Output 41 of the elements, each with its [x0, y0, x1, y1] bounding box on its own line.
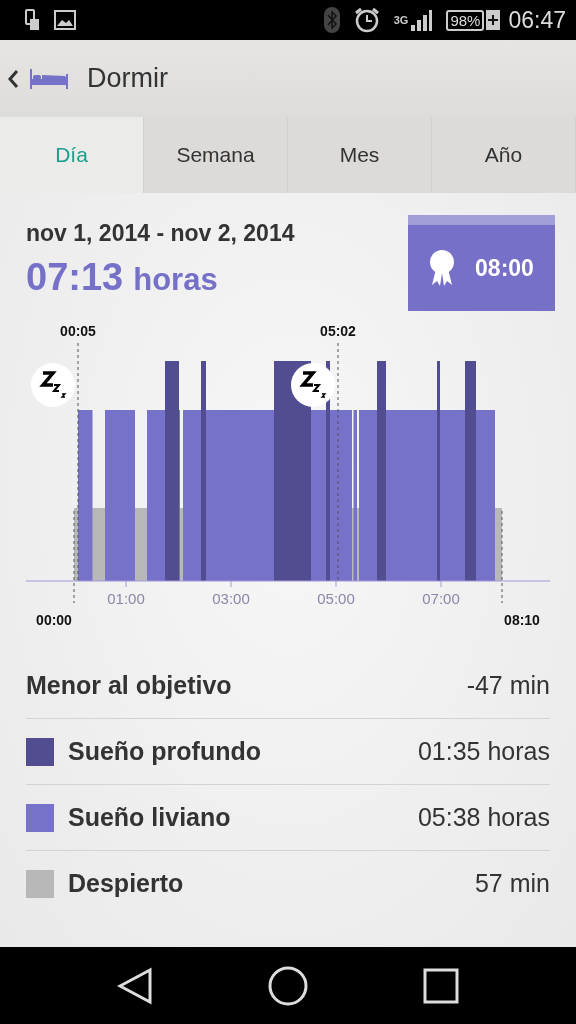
stat-label: Sueño liviano: [68, 803, 232, 832]
signal-icon: [410, 8, 433, 32]
tab[interactable]: Mes: [288, 117, 432, 193]
sleep-zzz-icon: [31, 363, 75, 407]
battery-level: 98%: [446, 9, 485, 31]
axis-label: 01:00: [107, 590, 145, 607]
stat-value: -47 min: [466, 671, 550, 700]
bluetooth-icon: [323, 7, 340, 33]
stat-label: Sueño profundo: [68, 737, 263, 766]
marker-time: 00:05: [60, 323, 96, 339]
axis-label: 05:00: [317, 590, 355, 607]
axis-label: 07:00: [422, 590, 460, 607]
duration-value: 07:13: [26, 256, 124, 299]
axis-label: 03:00: [212, 590, 250, 607]
phone-icon: [24, 9, 40, 31]
duration-unit: horas: [133, 262, 218, 298]
sleep-zzz-icon: [291, 363, 335, 407]
end-time: 08:10: [504, 612, 540, 628]
image-icon: [54, 10, 76, 30]
stat-label: Despierto: [68, 869, 185, 898]
screen-title: Dormir: [87, 63, 168, 94]
network-type: 3G: [393, 14, 409, 26]
start-time: 00:00: [36, 612, 72, 628]
back-icon[interactable]: [117, 966, 154, 1005]
award-ribbon-icon: [429, 249, 456, 287]
marker-time: 05:02: [320, 323, 356, 339]
home-icon[interactable]: [268, 965, 308, 1006]
charging-icon: [486, 10, 501, 30]
alarm-clock-icon: [353, 7, 380, 33]
stat-value: 57 min: [474, 869, 550, 898]
goal-value: 08:00: [475, 254, 534, 282]
stat-label: Menor al objetivo: [26, 671, 233, 700]
clock-time: 06:47: [508, 6, 566, 34]
recent-apps-icon[interactable]: [422, 967, 459, 1004]
tab[interactable]: Semana: [144, 117, 288, 193]
back-icon[interactable]: [7, 68, 19, 89]
tab[interactable]: Año: [432, 117, 576, 193]
date-range: nov 1, 2014 - nov 2, 2014: [26, 220, 295, 247]
bed-icon: [29, 68, 69, 89]
stat-value: 05:38 horas: [417, 803, 550, 832]
stat-value: 01:35 horas: [417, 737, 550, 766]
